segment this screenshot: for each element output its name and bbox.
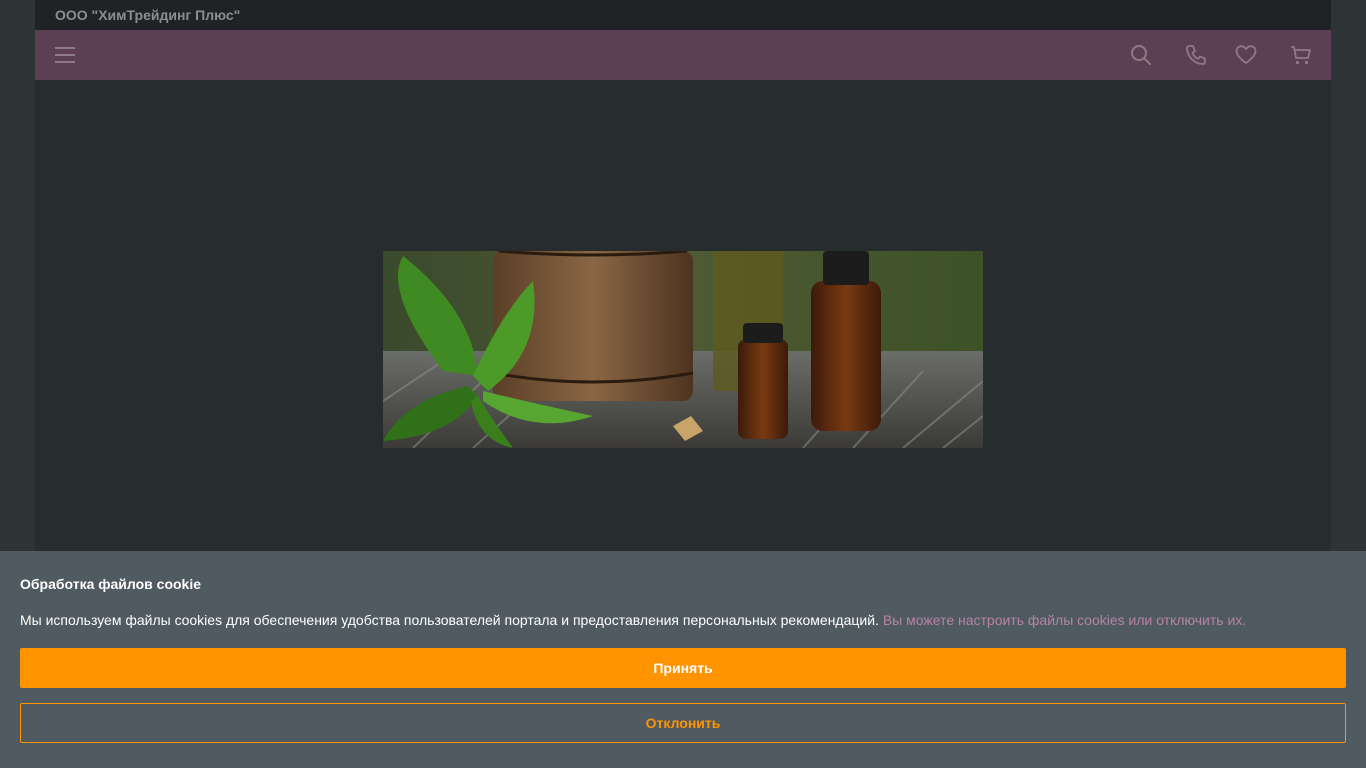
cookie-title: Обработка файлов cookie (20, 576, 202, 592)
cookie-description: Мы используем файлы cookies для обеспече… (20, 612, 879, 628)
cookie-text: Мы используем файлы cookies для обеспече… (20, 612, 1246, 628)
heart-icon[interactable] (1235, 44, 1257, 66)
phone-icon[interactable] (1185, 44, 1207, 66)
cookie-banner: Обработка файлов cookie Мы используем фа… (0, 551, 1366, 768)
hero-banner-image (383, 251, 983, 448)
decline-cookies-button[interactable]: Отклонить (20, 703, 1346, 743)
company-name[interactable]: ООО "ХимТрейдинг Плюс" (55, 7, 240, 23)
navbar (35, 30, 1331, 80)
top-bar: ООО "ХимТрейдинг Плюс" (35, 0, 1331, 30)
menu-icon[interactable] (55, 45, 75, 65)
search-icon[interactable] (1130, 44, 1152, 66)
cookie-settings-link[interactable]: Вы можете настроить файлы cookies или от… (883, 612, 1246, 628)
accept-cookies-button[interactable]: Принять (20, 648, 1346, 688)
cart-icon[interactable] (1290, 44, 1312, 66)
